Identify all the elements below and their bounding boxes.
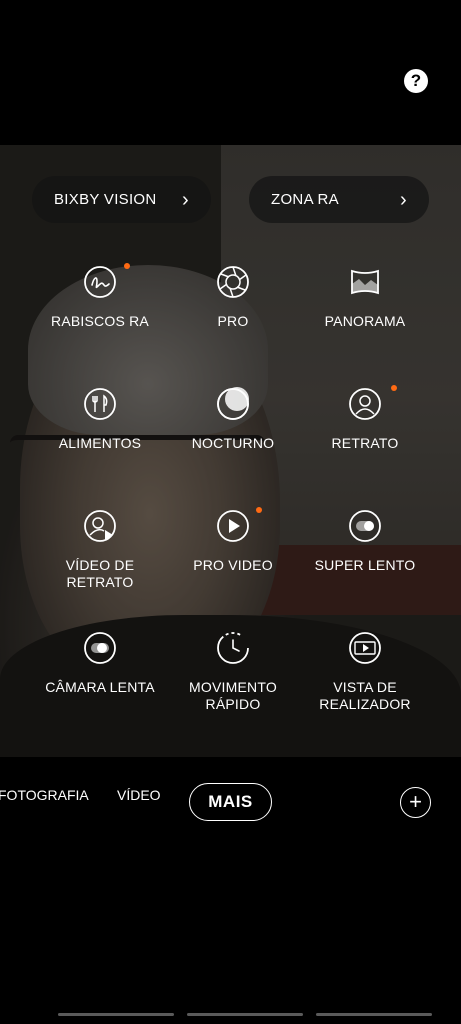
mode-label: PRO — [217, 313, 249, 329]
zona-ra-label: ZONA RA — [271, 191, 339, 208]
tab-mais[interactable]: MAIS — [189, 783, 272, 821]
help-button[interactable]: ? — [404, 69, 428, 93]
super-slow-icon — [348, 509, 382, 543]
food-icon — [83, 387, 117, 421]
mode-label: CÂMARA LENTA — [45, 679, 155, 695]
zona-ra-button[interactable]: ZONA RA › — [249, 176, 429, 223]
mode-nocturno[interactable]: NOCTURNO — [163, 387, 303, 452]
bixby-vision-button[interactable]: BIXBY VISION › — [32, 176, 211, 223]
new-badge-dot — [124, 263, 130, 269]
mode-pro[interactable]: PRO — [163, 265, 303, 330]
mode-label: MOVIMENTO RÁPIDO — [189, 679, 277, 712]
nav-recent-apps[interactable] — [58, 1013, 174, 1016]
mode-pro-video[interactable]: PRO VIDEO — [163, 507, 303, 574]
panorama-icon — [348, 265, 382, 299]
mode-panorama[interactable]: PANORAMA — [295, 265, 435, 330]
mode-label: ALIMENTOS — [58, 435, 142, 451]
chevron-right-icon: › — [182, 188, 189, 211]
slow-motion-icon — [83, 631, 117, 665]
mode-camara-lenta[interactable]: CÂMARA LENTA — [30, 631, 170, 696]
mode-label: SUPER LENTO — [314, 557, 416, 573]
mode-retrato[interactable]: RETRATO — [295, 385, 435, 452]
tab-video[interactable]: VÍDEO — [117, 787, 161, 803]
mode-label: PANORAMA — [324, 313, 406, 329]
camera-viewfinder: BIXBY VISION › ZONA RA › RABISCOS RA PRO… — [0, 145, 461, 757]
nav-back[interactable] — [316, 1013, 432, 1016]
camera-mode-bar: FOTOGRAFIA VÍDEO MAIS + — [0, 770, 461, 834]
mode-label: VISTA DE REALIZADOR — [319, 679, 411, 712]
mode-label: VÍDEO DE RETRATO — [65, 557, 135, 590]
mode-rabiscos-ra[interactable]: RABISCOS RA — [30, 263, 170, 330]
bixby-vision-label: BIXBY VISION — [54, 191, 157, 208]
mode-label: NOCTURNO — [191, 435, 275, 451]
add-mode-button[interactable]: + — [400, 787, 431, 818]
hyperlapse-icon — [216, 631, 250, 665]
doodle-icon — [83, 263, 130, 299]
chevron-right-icon: › — [400, 188, 407, 211]
moon-icon — [216, 387, 250, 421]
aperture-icon — [216, 265, 250, 299]
mode-vista-de-realizador[interactable]: VISTA DE REALIZADOR — [295, 631, 435, 713]
nav-home[interactable] — [187, 1013, 303, 1016]
top-bar: ? — [0, 0, 461, 145]
play-icon — [216, 507, 262, 543]
mode-movimento-rapido[interactable]: MOVIMENTO RÁPIDO — [163, 631, 303, 713]
mode-label: PRO VIDEO — [193, 557, 273, 573]
mode-label: RETRATO — [331, 435, 399, 451]
mode-label: RABISCOS RA — [51, 313, 149, 329]
new-badge-dot — [256, 507, 262, 513]
portrait-video-icon — [83, 509, 117, 543]
portrait-icon — [348, 385, 397, 421]
tab-fotografia[interactable]: FOTOGRAFIA — [0, 787, 89, 803]
mode-video-de-retrato[interactable]: VÍDEO DE RETRATO — [30, 509, 170, 591]
mode-alimentos[interactable]: ALIMENTOS — [30, 387, 170, 452]
mode-super-lento[interactable]: SUPER LENTO — [295, 509, 435, 574]
new-badge-dot — [391, 385, 397, 391]
directors-view-icon — [348, 631, 382, 665]
